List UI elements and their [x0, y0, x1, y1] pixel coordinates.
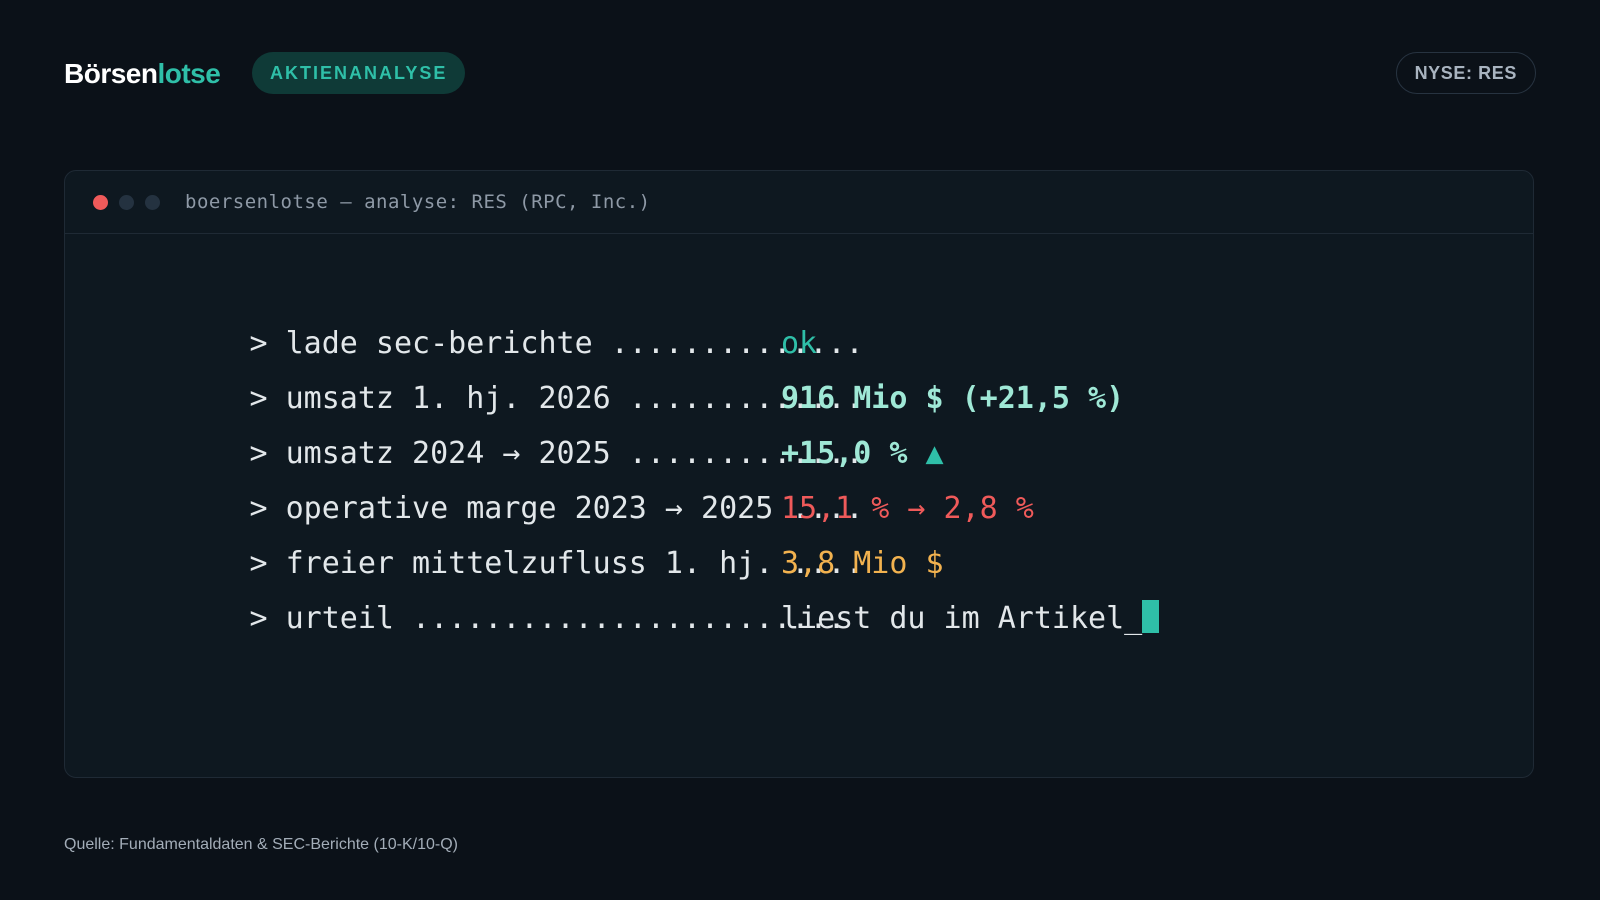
line-label: > umsatz 2024 → 2025 ............. [249, 436, 864, 471]
ticker-badge: NYSE: RES [1395, 52, 1536, 94]
line-value-revenue-growth-group: +15,0 % ▲ [781, 426, 944, 481]
line-label: > urteil ........................ [249, 601, 846, 636]
line-label: > umsatz 1. hj. 2026 ............. [249, 381, 864, 416]
terminal-output: > lade sec-berichte .............. ok > u… [105, 261, 1160, 636]
minimize-dot-icon[interactable] [119, 195, 134, 210]
brand-logo-part2: lotse [157, 58, 221, 89]
line-label: > freier mittelzufluss 1. hj. .... [249, 546, 864, 581]
line-value-ok: ok [781, 326, 818, 361]
line-value-revenue-growth: +15,0 % [781, 436, 908, 471]
maximize-dot-icon[interactable] [145, 195, 160, 210]
terminal-line-sec-reports: > lade sec-berichte .............. ok [105, 261, 864, 361]
line-value-verdict-group: liest du im Artikel_ [781, 591, 1160, 646]
line-value-revenue-h1: 916 Mio $ (+21,5 %) [781, 381, 1125, 416]
brand-logo[interactable]: Börsenlotse [64, 56, 221, 92]
close-dot-icon[interactable] [93, 195, 108, 210]
line-value-operating-margin: 15,1 % → 2,8 % [781, 491, 1034, 526]
brand-logo-part1: Börsen [64, 58, 158, 89]
line-value-free-cash-flow: 3,8 Mio $ [781, 546, 944, 581]
terminal-title: boersenlotse — analyse: RES (RPC, Inc.) [185, 191, 651, 213]
line-label: > lade sec-berichte .............. [249, 326, 864, 361]
line-label: > operative marge 2023 → 2025 .... [249, 491, 864, 526]
block-cursor-icon [1142, 600, 1160, 633]
category-tag: AKTIENANALYSE [252, 52, 466, 94]
terminal-window: boersenlotse — analyse: RES (RPC, Inc.) … [64, 170, 1534, 778]
line-value-verdict[interactable]: liest du im Artikel_ [781, 601, 1142, 636]
terminal-titlebar: boersenlotse — analyse: RES (RPC, Inc.) [65, 171, 1533, 234]
page: Börsenlotse AKTIENANALYSE NYSE: RES boer… [0, 0, 1600, 900]
triangle-up-icon: ▲ [925, 436, 944, 471]
source-note: Quelle: Fundamentaldaten & SEC-Berichte … [64, 836, 458, 853]
